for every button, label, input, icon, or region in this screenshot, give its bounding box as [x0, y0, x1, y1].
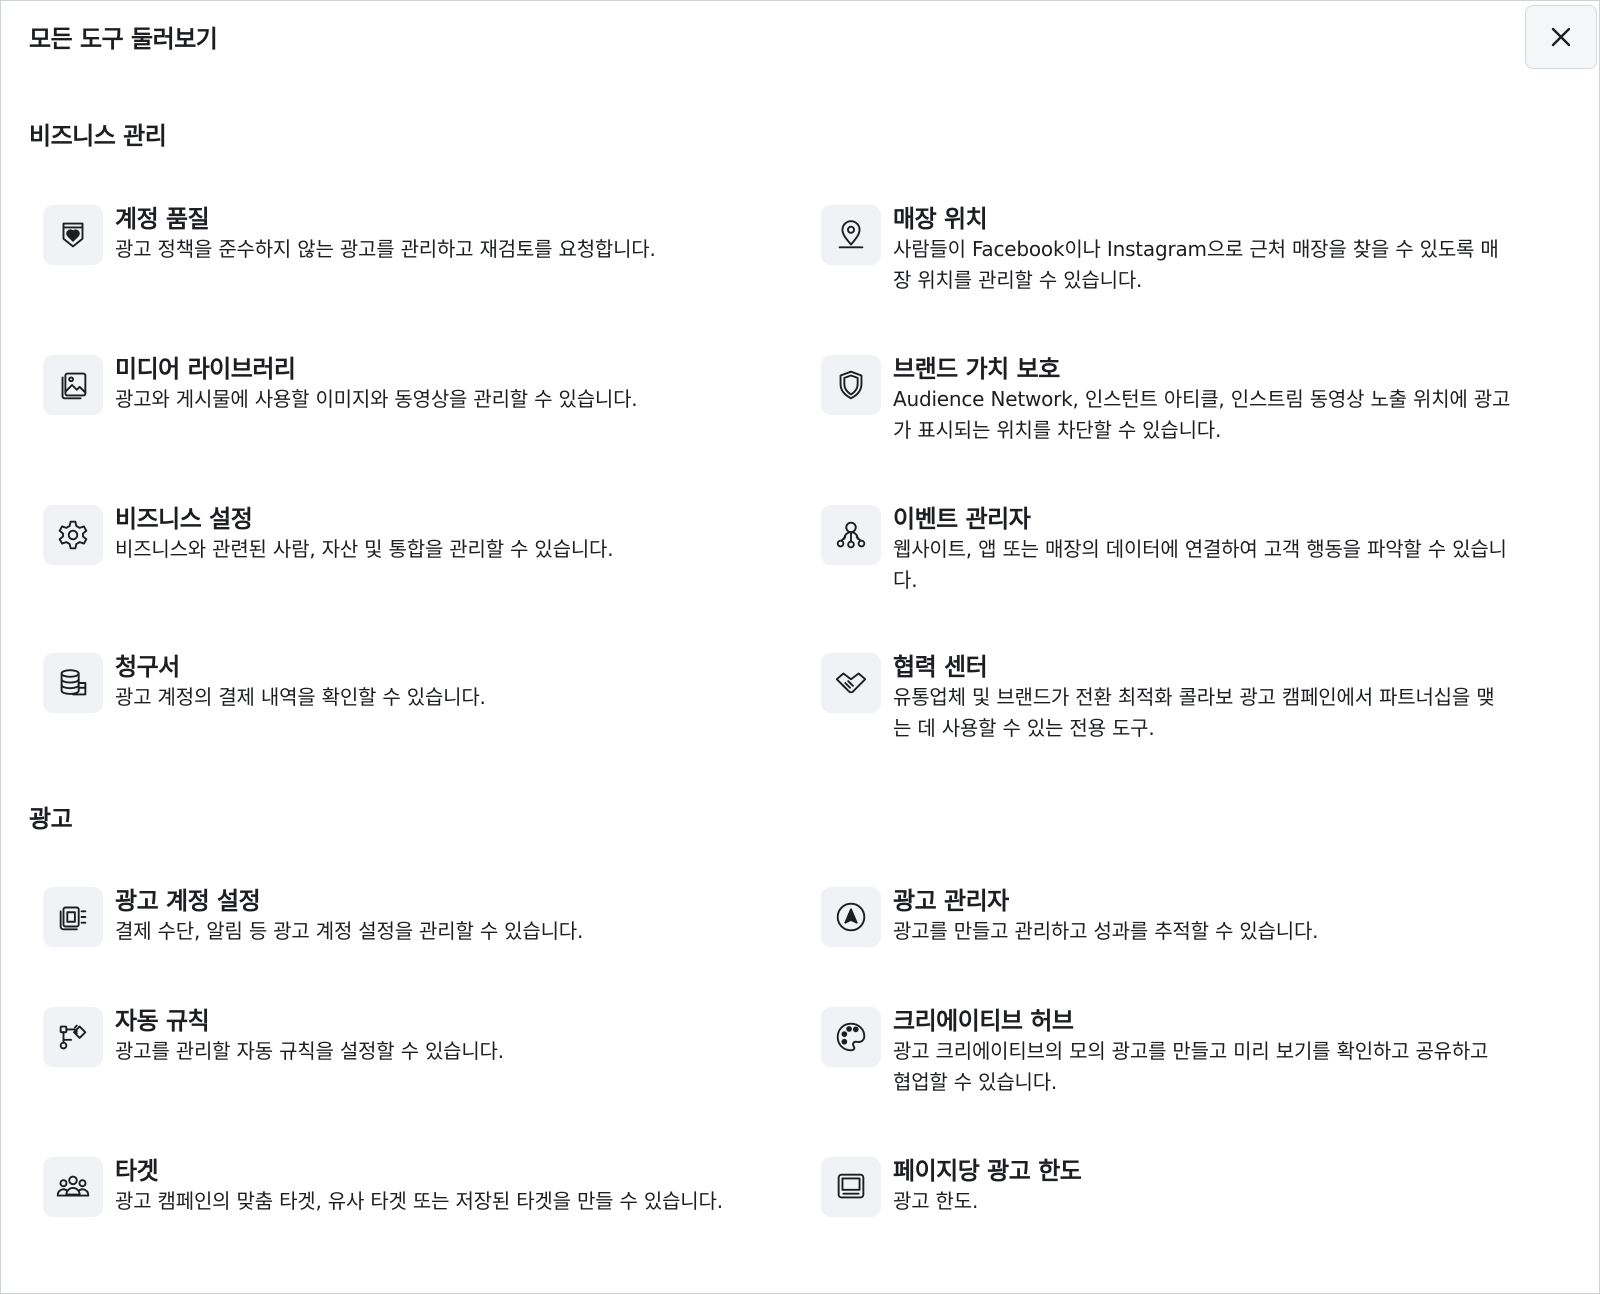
tool-name: 매장 위치: [893, 205, 988, 233]
tool-name: 자동 규칙: [115, 1007, 210, 1035]
tool-ads-manager[interactable]: 광고 관리자 광고를 만들고 관리하고 성과를 추적할 수 있습니다.: [821, 887, 1511, 947]
tool-description: 광고 한도.: [893, 1189, 979, 1213]
tool-name: 광고 계정 설정: [115, 887, 261, 915]
tool-name: 광고 관리자: [893, 887, 1009, 915]
monitor-icon: [821, 1157, 881, 1217]
dialog-title: 모든 도구 둘러보기: [29, 25, 218, 53]
tool-description: 광고를 관리할 자동 규칙을 설정할 수 있습니다.: [115, 1039, 504, 1063]
tool-description: Audience Network, 인스턴트 아티클, 인스트림 동영상 노출 …: [893, 387, 1511, 442]
image-stack-icon: [43, 355, 103, 415]
tool-brand-safety[interactable]: 브랜드 가치 보호 Audience Network, 인스턴트 아티클, 인스…: [821, 355, 1511, 446]
handshake-icon: [821, 653, 881, 713]
tool-billing[interactable]: 청구서 광고 계정의 결제 내역을 확인할 수 있습니다.: [43, 653, 733, 713]
shield-heart-icon: [43, 205, 103, 265]
tool-account-quality[interactable]: 계정 품질 광고 정책을 준수하지 않는 광고를 관리하고 재검토를 요청합니다…: [43, 205, 733, 265]
tool-name: 이벤트 관리자: [893, 505, 1031, 533]
tool-name: 크리에이티브 허브: [893, 1007, 1074, 1035]
coin-stack-icon: [43, 653, 103, 713]
section-title-business: 비즈니스 관리: [29, 122, 167, 150]
tool-description: 웹사이트, 앱 또는 매장의 데이터에 연결하여 고객 행동을 파악할 수 있습…: [893, 537, 1507, 592]
tool-name: 타겟: [115, 1157, 159, 1185]
flow-rule-icon: [43, 1007, 103, 1067]
navigation-arrow-icon: [821, 887, 881, 947]
tool-media-library[interactable]: 미디어 라이브러리 광고와 게시물에 사용할 이미지와 동영상을 관리할 수 있…: [43, 355, 733, 415]
close-icon: [1551, 27, 1571, 47]
tool-description: 광고 캠페인의 맞춤 타겟, 유사 타겟 또는 저장된 타겟을 만들 수 있습니…: [115, 1189, 723, 1213]
tool-automated-rules[interactable]: 자동 규칙 광고를 관리할 자동 규칙을 설정할 수 있습니다.: [43, 1007, 733, 1067]
tool-business-settings[interactable]: 비즈니스 설정 비즈니스와 관련된 사람, 자산 및 통합을 관리할 수 있습니…: [43, 505, 733, 565]
tool-description: 광고와 게시물에 사용할 이미지와 동영상을 관리할 수 있습니다.: [115, 387, 638, 411]
map-pin-icon: [821, 205, 881, 265]
close-button[interactable]: [1525, 5, 1597, 69]
tool-name: 미디어 라이브러리: [115, 355, 296, 383]
tool-description: 광고 크리에이티브의 모의 광고를 만들고 미리 보기를 확인하고 공유하고 협…: [893, 1039, 1489, 1094]
people-network-icon: [821, 505, 881, 565]
tool-store-locations[interactable]: 매장 위치 사람들이 Facebook이나 Instagram으로 근처 매장을…: [821, 205, 1511, 296]
section-title-ads: 광고: [29, 805, 73, 833]
gear-icon: [43, 505, 103, 565]
tool-description: 비즈니스와 관련된 사람, 자산 및 통합을 관리할 수 있습니다.: [115, 537, 614, 561]
tool-events-manager[interactable]: 이벤트 관리자 웹사이트, 앱 또는 매장의 데이터에 연결하여 고객 행동을 …: [821, 505, 1511, 596]
tool-name: 계정 품질: [115, 205, 210, 233]
tool-description: 광고 정책을 준수하지 않는 광고를 관리하고 재검토를 요청합니다.: [115, 237, 656, 261]
tool-ad-account-settings[interactable]: 광고 계정 설정 결제 수단, 알림 등 광고 계정 설정을 관리할 수 있습니…: [43, 887, 733, 947]
tool-name: 협력 센터: [893, 653, 988, 681]
tools-dialog: 모든 도구 둘러보기 비즈니스 관리 계정 품질 광고 정책을 준수하지 않는 …: [0, 0, 1600, 1294]
tool-ad-limits-per-page[interactable]: 페이지당 광고 한도 광고 한도.: [821, 1157, 1511, 1217]
palette-icon: [821, 1007, 881, 1067]
tool-creative-hub[interactable]: 크리에이티브 허브 광고 크리에이티브의 모의 광고를 만들고 미리 보기를 확…: [821, 1007, 1511, 1098]
tool-description: 결제 수단, 알림 등 광고 계정 설정을 관리할 수 있습니다.: [115, 919, 584, 943]
account-settings-icon: [43, 887, 103, 947]
tool-name: 페이지당 광고 한도: [893, 1157, 1082, 1185]
tool-name: 청구서: [115, 653, 180, 681]
shield-icon: [821, 355, 881, 415]
tool-collaboration-center[interactable]: 협력 센터 유통업체 및 브랜드가 전환 최적화 콜라보 광고 캠페인에서 파트…: [821, 653, 1511, 744]
tool-description: 광고 계정의 결제 내역을 확인할 수 있습니다.: [115, 685, 486, 709]
tool-description: 사람들이 Facebook이나 Instagram으로 근처 매장을 찾을 수 …: [893, 237, 1499, 292]
audience-icon: [43, 1157, 103, 1217]
tool-description: 광고를 만들고 관리하고 성과를 추적할 수 있습니다.: [893, 919, 1319, 943]
tool-name: 브랜드 가치 보호: [893, 355, 1060, 383]
tool-audiences[interactable]: 타겟 광고 캠페인의 맞춤 타겟, 유사 타겟 또는 저장된 타겟을 만들 수 …: [43, 1157, 733, 1217]
tool-description: 유통업체 및 브랜드가 전환 최적화 콜라보 광고 캠페인에서 파트너십을 맺는…: [893, 685, 1495, 740]
tool-name: 비즈니스 설정: [115, 505, 253, 533]
